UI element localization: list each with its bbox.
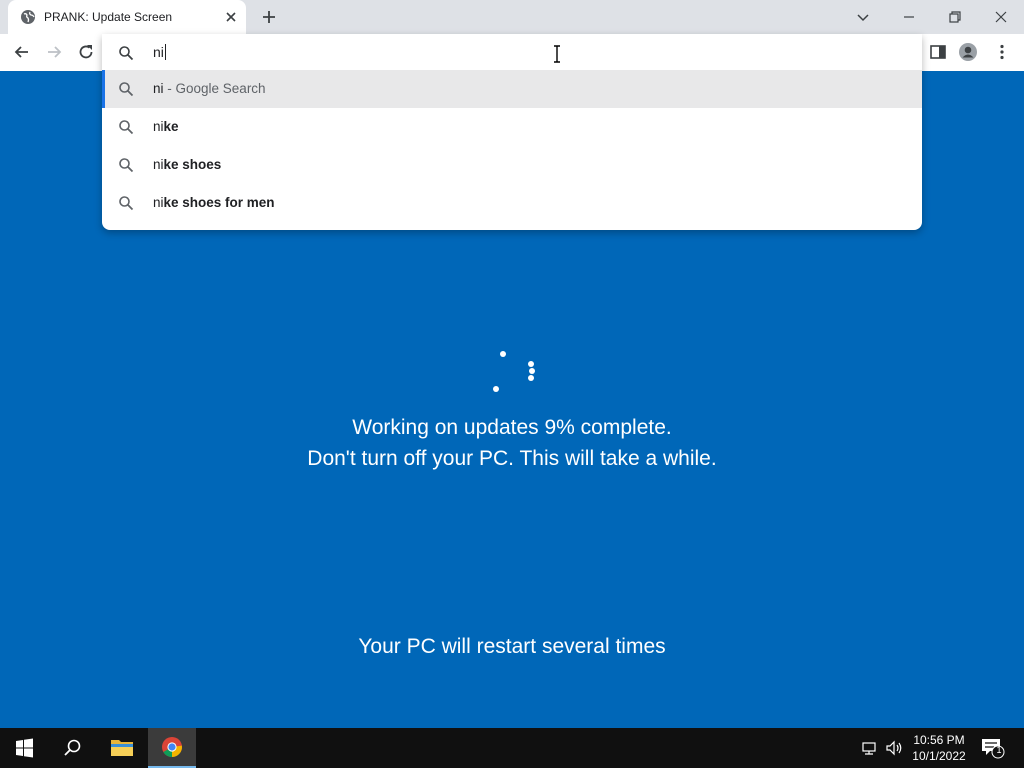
tab-strip: PRANK: Update Screen (0, 0, 1024, 34)
suggestion-text: ni - Google Search (153, 81, 266, 96)
globe-icon (21, 10, 35, 24)
restore-icon[interactable] (944, 6, 966, 28)
close-icon[interactable] (990, 6, 1012, 28)
plus-icon[interactable] (260, 8, 278, 26)
suggestion-item[interactable]: nike shoes (102, 146, 922, 184)
browser-tab[interactable]: PRANK: Update Screen (8, 0, 246, 34)
chrome-icon (162, 737, 182, 757)
folder-icon (111, 740, 133, 756)
file-explorer-button[interactable] (98, 728, 146, 768)
minimize-icon[interactable] (898, 6, 920, 28)
kebab-menu-icon[interactable] (992, 42, 1012, 62)
profile-icon[interactable] (958, 42, 978, 62)
clock-time: 10:56 PM (913, 733, 965, 747)
notification-count: 1 (996, 745, 1002, 755)
close-icon[interactable] (223, 9, 239, 25)
chevron-down-icon[interactable] (852, 6, 874, 28)
back-icon[interactable] (12, 42, 32, 62)
windows-logo-icon (16, 738, 33, 758)
taskbar-search-button[interactable] (48, 728, 96, 768)
search-icon (119, 158, 134, 173)
suggestion-text: nike shoes for men (153, 195, 275, 210)
side-panel-icon[interactable] (928, 42, 948, 62)
clock-date: 10/1/2022 (912, 749, 966, 763)
search-icon (119, 82, 134, 97)
system-clock[interactable]: 10:56 PM 10/1/2022 (906, 732, 972, 764)
suggestion-google-search[interactable]: ni - Google Search (102, 70, 922, 108)
loading-spinner (493, 351, 535, 392)
search-icon (119, 120, 134, 135)
search-icon (64, 739, 81, 756)
text-cursor-icon (554, 45, 560, 63)
taskbar: 10:56 PM 10/1/2022 1 (0, 728, 1024, 768)
address-bar-text[interactable]: ni (153, 44, 166, 60)
suggestion-item[interactable]: nike shoes for men (102, 184, 922, 222)
update-warning-text: Don't turn off your PC. This will take a… (307, 447, 717, 470)
suggestion-item[interactable]: nike (102, 108, 922, 146)
search-icon (119, 196, 134, 211)
forward-icon[interactable] (44, 42, 64, 62)
restart-notice-text: Your PC will restart several times (358, 635, 666, 658)
update-progress-text: Working on updates 9% complete. (352, 416, 672, 439)
network-icon[interactable] (860, 738, 880, 758)
suggestion-text: nike shoes (153, 157, 222, 172)
omnibox-dropdown: ni ni - Google Search nike nike shoes ni… (102, 34, 922, 230)
start-button[interactable] (0, 728, 48, 768)
chrome-taskbar-button[interactable] (148, 728, 196, 768)
action-center-button[interactable]: 1 (980, 736, 1006, 760)
address-bar[interactable]: ni (102, 34, 922, 71)
volume-icon[interactable] (884, 738, 904, 758)
suggestion-text: nike (153, 119, 179, 134)
reload-icon[interactable] (76, 42, 96, 62)
tab-title: PRANK: Update Screen (44, 10, 173, 24)
search-icon (119, 46, 134, 61)
